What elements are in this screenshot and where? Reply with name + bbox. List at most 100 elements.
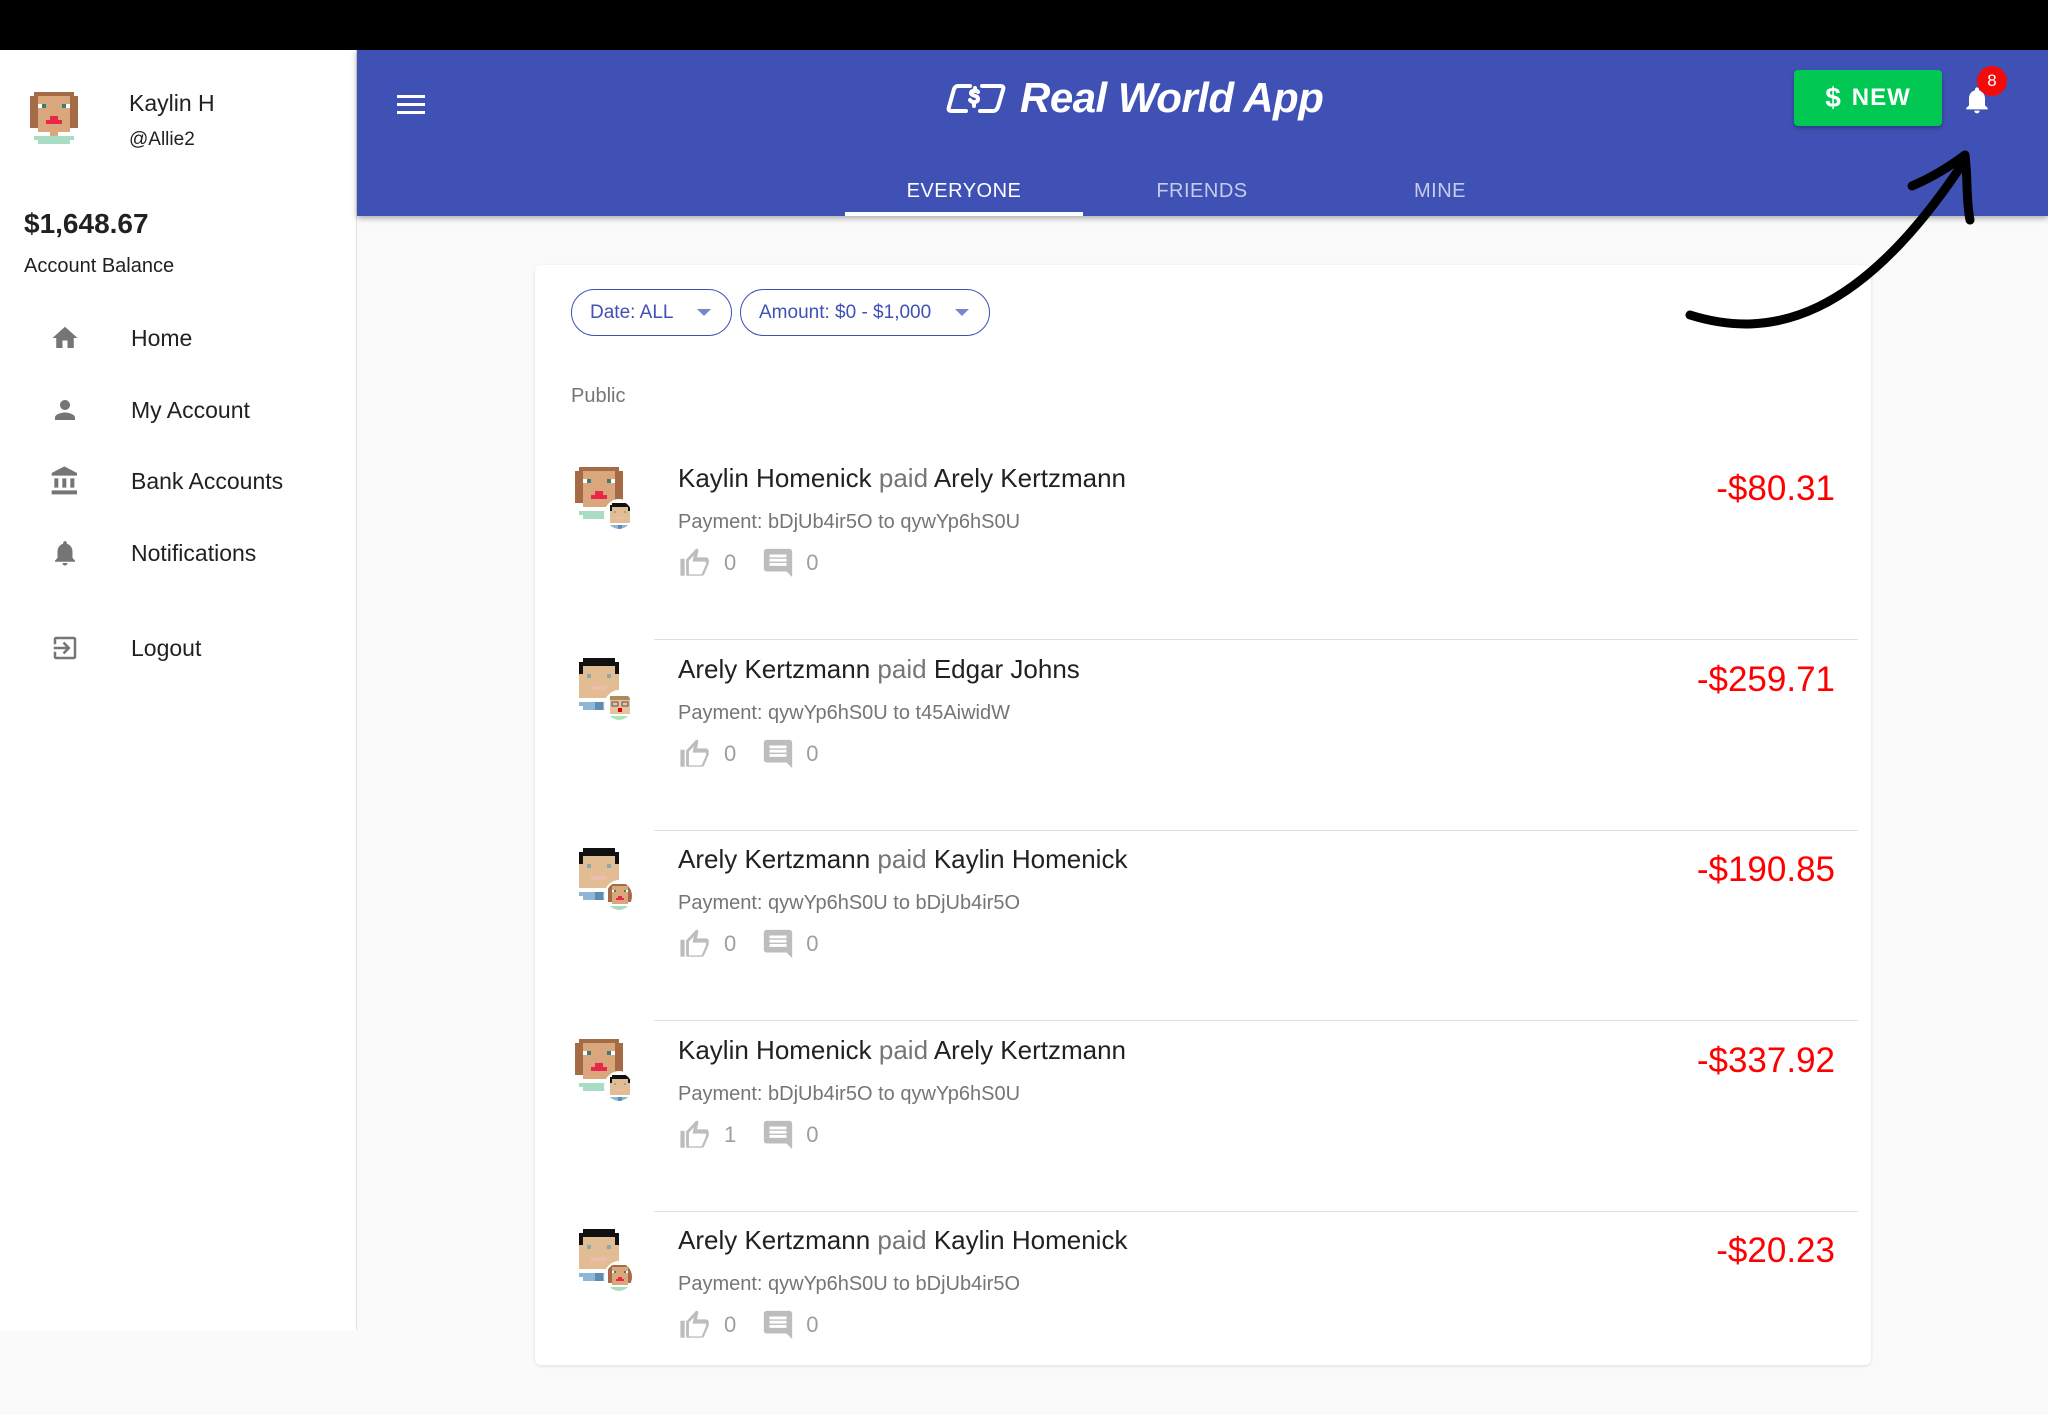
comment-icon[interactable] [760,1307,796,1343]
transaction-amount: -$80.31 [1716,469,1835,508]
sidebar-item-bank-accounts[interactable]: Bank Accounts [0,451,357,511]
transaction-description: Payment: bDjUb4ir5O to qywYp6hS0U [678,1082,1021,1105]
paid-connector: paid [878,463,934,493]
transaction-item[interactable]: Arely Kertzmann paid Edgar Johns Payment… [535,654,1871,844]
transaction-avatar [571,1225,637,1297]
transaction-description: Payment: qywYp6hS0U to bDjUb4ir5O [678,892,1021,914]
sidebar-item-label: Bank Accounts [131,467,284,494]
transaction-item[interactable]: Kaylin Homenick paid Arely Kertzmann Pay… [535,1035,1871,1225]
sidebar-item-notifications[interactable]: Notifications [0,523,357,583]
user-profile: Kaylin H @Allie2 [26,88,215,150]
thumb-up-icon[interactable] [678,545,714,581]
sender-name: Kaylin Homenick [678,1034,872,1065]
app-header: Real World App $ NEW 8 EVERYONE FRIENDS … [357,50,2048,216]
transaction-actions: 0 0 [678,924,843,964]
transaction-title: Kaylin Homenick paid Arely Kertzmann [678,463,1126,494]
chevron-down-icon [955,309,970,316]
user-handle: @Allie2 [129,129,195,150]
active-tab-indicator [845,212,1083,216]
receiver-avatar [604,1070,634,1103]
transaction-description: Payment: qywYp6hS0U to bDjUb4ir5O [678,1273,1021,1295]
bank-icon [48,464,82,498]
sender-name: Arely Kertzmann [678,653,871,684]
like-count: 0 [724,550,737,575]
thumb-up-icon[interactable] [678,1307,714,1343]
new-transaction-button[interactable]: $ NEW [1794,70,1942,126]
transaction-title: Arely Kertzmann paid Kaylin Homenick [678,844,1127,875]
transaction-actions: 0 0 [678,1305,843,1345]
account-balance: $1,648.67 [24,208,149,239]
tab-friends[interactable]: FRIENDS [1083,166,1321,216]
sidebar-item-label: Notifications [131,539,257,566]
receiver-avatar [604,880,634,912]
section-label: Public [571,385,626,407]
transaction-item[interactable]: Kaylin Homenick paid Arely Kertzmann Pay… [535,463,1871,653]
tab-mine[interactable]: MINE [1321,166,1559,216]
new-button-label: NEW [1851,84,1911,111]
sidebar-item-label: Home [131,324,193,351]
comment-count: 0 [806,550,819,575]
sender-name: Arely Kertzmann [678,844,871,874]
comment-count: 0 [806,1312,819,1337]
sender-name: Kaylin Homenick [678,463,872,493]
divider [654,1210,1858,1212]
sidebar: Kaylin H @Allie2 $1,648.67 Account Balan… [0,50,357,1330]
transaction-item[interactable]: Arely Kertzmann paid Kaylin Homenick Pay… [535,1225,1871,1415]
transaction-avatar [571,1035,637,1107]
logo-icon [946,84,1006,113]
paid-connector: paid [878,1034,934,1065]
thumb-up-icon[interactable] [678,1117,714,1153]
comment-icon[interactable] [760,545,796,581]
receiver-name: Kaylin Homenick [933,844,1128,874]
transaction-title: Arely Kertzmann paid Kaylin Homenick [678,1225,1127,1256]
receiver-avatar [604,1261,634,1293]
tab-everyone[interactable]: EVERYONE [845,166,1083,216]
transaction-avatar [571,844,637,916]
transaction-actions: 0 0 [678,543,843,583]
transaction-avatar [571,463,637,535]
comment-icon[interactable] [760,736,796,772]
amount-filter[interactable]: Amount: $0 - $1,000 [740,289,991,336]
divider [654,639,1858,640]
sidebar-item-label: My Account [131,396,250,423]
receiver-name: Arely Kertzmann [933,463,1127,493]
transaction-title: Kaylin Homenick paid Arely Kertzmann [678,1035,1126,1066]
sidebar-item-my-account[interactable]: My Account [0,380,357,440]
date-filter[interactable]: Date: ALL [571,289,733,336]
user-name: Kaylin H [129,90,215,116]
transaction-avatar [571,654,637,726]
app-logo: Real World App [944,72,1324,124]
thumb-up-icon[interactable] [678,736,714,772]
transaction-description: Payment: bDjUb4ir5O to qywYp6hS0U [678,511,1021,533]
receiver-name: Arely Kertzmann [933,1034,1127,1065]
paid-connector: paid [877,1225,934,1255]
like-count: 1 [724,1121,737,1147]
sidebar-item-logout[interactable]: Logout [0,618,357,678]
user-avatar [30,92,78,144]
date-filter-label: Date: ALL [590,301,674,323]
sidebar-item-home[interactable]: Home [0,308,357,368]
chevron-down-icon [697,309,712,316]
sidebar-item-label: Logout [131,634,202,661]
transaction-description: Payment: qywYp6hS0U to t45AiwidW [678,701,1011,724]
receiver-avatar [604,499,634,531]
transaction-amount: -$190.85 [1696,850,1835,889]
comment-icon[interactable] [760,1117,796,1153]
thumb-up-icon[interactable] [678,926,714,962]
transaction-title: Arely Kertzmann paid Edgar Johns [678,654,1080,685]
browser-top-bar [0,0,2048,50]
transaction-item[interactable]: Arely Kertzmann paid Kaylin Homenick Pay… [535,844,1871,1034]
like-count: 0 [724,740,737,766]
dollar-icon: $ [1825,82,1842,113]
bell-icon [48,536,82,570]
comment-icon[interactable] [760,926,796,962]
comment-count: 0 [806,931,819,956]
transaction-feed-card: Date: ALL Amount: $0 - $1,000 Public Kay… [535,265,1871,1365]
divider [654,1020,1858,1021]
like-count: 0 [724,931,737,956]
sender-name: Arely Kertzmann [678,1225,871,1255]
menu-icon[interactable] [397,88,429,120]
receiver-name: Edgar Johns [933,653,1080,684]
comment-count: 0 [806,740,819,766]
transaction-amount: -$20.23 [1716,1231,1835,1270]
